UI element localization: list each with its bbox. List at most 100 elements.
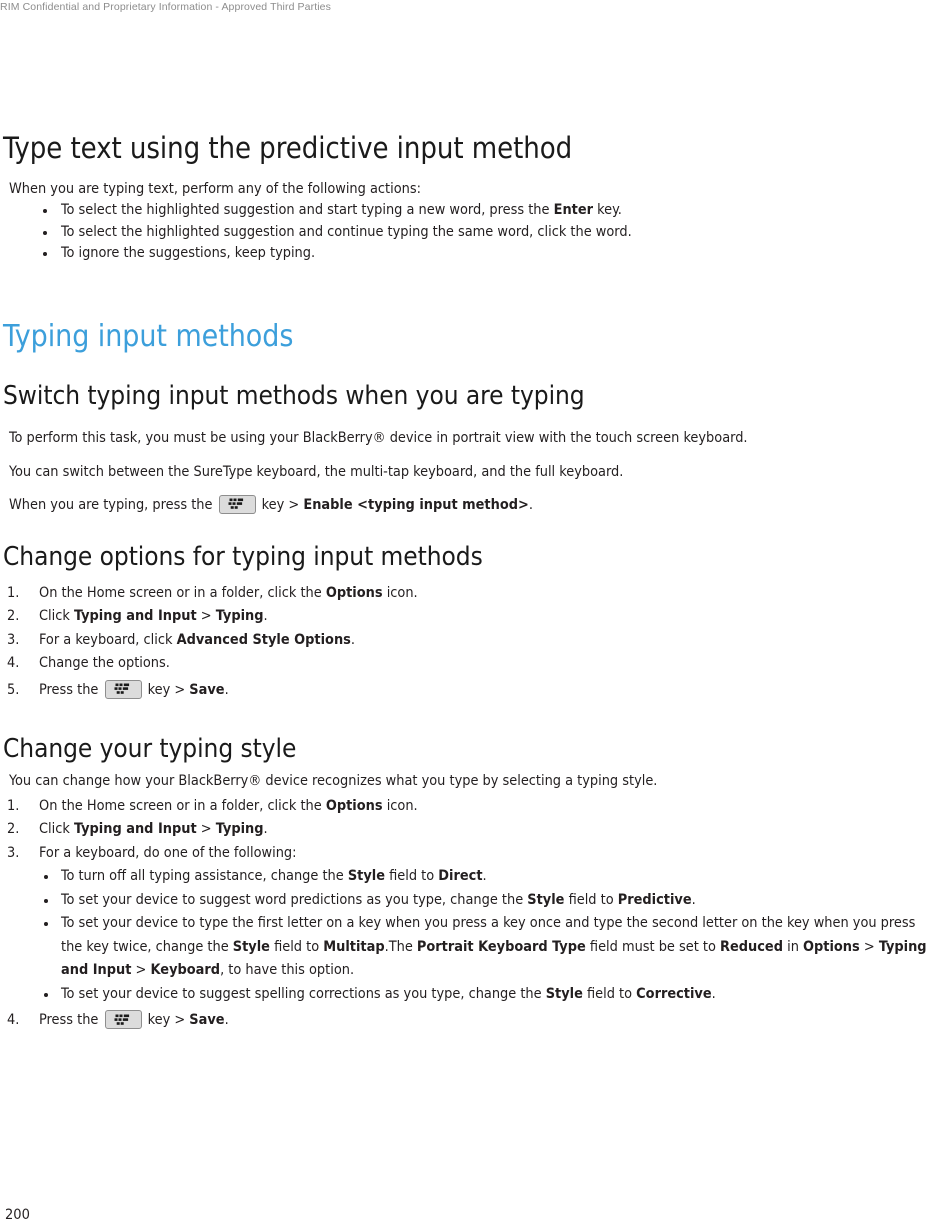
blackberry-menu-key-icon — [218, 494, 256, 514]
change-style-step-list: 1. On the Home screen or in a folder, cli… — [0, 795, 935, 866]
bullet-text-before: To ignore the suggestions, keep typing. — [61, 245, 316, 261]
step-number: 2. — [7, 608, 20, 624]
change-style-intro: You can change how your BlackBerry® devi… — [9, 772, 658, 789]
list-item: To select the highlighted suggestion and… — [0, 200, 935, 222]
step-text-after: icon. — [382, 584, 418, 601]
bullet-text-before: To select the highlighted suggestion and… — [61, 223, 632, 240]
step-text-before: Click — [39, 608, 74, 624]
list-item: To ignore the suggestions, keep typing. — [0, 243, 935, 265]
step-text-mid: key > — [143, 681, 190, 698]
step-number: 1. — [7, 797, 20, 814]
step-text-before: Press the — [39, 681, 103, 698]
step-number: 1. — [7, 584, 20, 601]
step-text-after: . — [263, 608, 268, 624]
step-number: 5. — [7, 681, 20, 698]
bullet-bold-5: Options — [803, 938, 860, 955]
bullet-bold-2: Direct — [438, 868, 483, 884]
list-item: To set your device to suggest spelling c… — [0, 983, 935, 1007]
step-text-bold: Options — [325, 584, 383, 601]
bullet-part-2: field to — [385, 868, 439, 884]
list-item: 4. Change the options. — [0, 652, 935, 676]
step-number: 2. — [7, 821, 20, 837]
heading-change-options: Change options for typing input methods — [3, 541, 483, 572]
blackberry-menu-key-icon — [104, 1010, 142, 1029]
step-number: 4. — [7, 655, 20, 671]
step-text-bold: Save — [189, 1012, 225, 1028]
section-heading-typing-input-methods: Typing input methods — [3, 318, 294, 354]
bullet-part-1: To turn off all typing assistance, chang… — [61, 868, 348, 884]
list-item: To set your device to type the first let… — [0, 912, 935, 983]
bullet-bold-3: Portrait Keyboard Type — [416, 938, 586, 955]
change-style-sub-bullet-list: To turn off all typing assistance, chang… — [0, 865, 935, 1006]
list-item: 2. Click Typing and Input > Typing. — [0, 818, 935, 842]
bullet-part-1: To set your device to suggest spelling c… — [61, 985, 546, 1002]
step-text-before: For a keyboard, click — [39, 631, 177, 648]
heading-change-typing-style: Change your typing style — [3, 733, 297, 764]
step-number: 4. — [7, 1012, 20, 1028]
step-text-bold-2: Typing — [215, 821, 264, 837]
bullet-text-bold: Enter — [553, 202, 594, 218]
step-number: 3. — [7, 631, 20, 648]
bullet-part-5: in — [782, 938, 804, 955]
heading-switch-typing-input-methods: Switch typing input methods when you are… — [3, 380, 585, 411]
bullet-text-before: To select the highlighted suggestion and… — [61, 202, 554, 218]
bullet-part-4: field must be set to — [585, 938, 721, 955]
bullet-bold-2: Corrective — [636, 985, 712, 1002]
predictive-bullet-list: To select the highlighted suggestion and… — [0, 200, 935, 265]
bullet-bold-1: Style — [232, 938, 270, 955]
step-text-before: Press the — [39, 1012, 103, 1028]
step-text-after: icon. — [382, 797, 418, 814]
step-text-after: . — [350, 631, 355, 648]
change-style-final-step-list: 4. Press the key > Save. — [0, 1006, 935, 1034]
step-text-bold: Typing and Input — [73, 821, 197, 837]
bullet-part-2: field to — [269, 938, 324, 955]
step-text-bold: Save — [189, 681, 225, 698]
change-options-step-list: 1. On the Home screen or in a folder, cli… — [0, 582, 935, 704]
list-item: 4. Press the key > Save. — [0, 1006, 935, 1034]
step-text-end: . — [224, 681, 229, 698]
list-item: 5. Press the key > Save. — [0, 676, 935, 704]
step-text-mid: > — [196, 821, 216, 837]
step-text-bold: Typing and Input — [73, 608, 197, 624]
step-text-mid: > — [196, 608, 216, 624]
bullet-text-after: key. — [593, 202, 622, 218]
confidentiality-header: RIM Confidential and Proprietary Informa… — [0, 1, 331, 13]
step-text-before: Change the options. — [39, 655, 170, 671]
list-item: To set your device to suggest word predi… — [0, 889, 935, 913]
bullet-bold-2: Multitap — [323, 938, 385, 955]
bullet-bold-7: Keyboard — [150, 962, 221, 978]
bullet-part-8: , to have this option. — [220, 962, 355, 978]
step-text-bold: Options — [325, 797, 383, 814]
blackberry-menu-key-icon — [104, 679, 142, 699]
step-text-bold-2: Typing — [215, 608, 264, 624]
page-title: Type text using the predictive input met… — [3, 131, 573, 165]
step-number: 3. — [7, 844, 20, 861]
bullet-bold-4: Reduced — [720, 938, 783, 955]
bullet-part-3: . — [691, 891, 696, 908]
switch-instruction: When you are typing, press the key > Ena… — [0, 494, 935, 516]
bullet-bold-1: Style — [347, 868, 386, 884]
document-content: Type text using the predictive input met… — [0, 131, 935, 1034]
step-text-bold: Advanced Style Options — [176, 631, 351, 648]
bullet-part-7: > — [131, 962, 151, 978]
switch-prerequisite: To perform this task, you must be using … — [9, 429, 748, 446]
step-text-end: . — [224, 1012, 229, 1028]
step-text-before: For a keyboard, do one of the following: — [39, 844, 297, 861]
step-text-after: . — [263, 821, 268, 837]
list-item: 3. For a keyboard, do one of the followin… — [0, 842, 935, 866]
instruction-text-before: When you are typing, press the — [9, 496, 217, 513]
bullet-part-6: > — [859, 938, 879, 955]
document-page: RIM Confidential and Proprietary Informa… — [0, 0, 935, 1227]
predictive-intro: When you are typing text, perform any of… — [9, 181, 421, 197]
list-item: 1. On the Home screen or in a folder, cli… — [0, 582, 935, 606]
list-item: To turn off all typing assistance, chang… — [0, 865, 935, 889]
bullet-part-2: field to — [564, 891, 618, 908]
instruction-text-bold: Enable <typing input method> — [303, 496, 529, 513]
bullet-part-3: . — [482, 868, 487, 884]
bullet-part-3: .The — [384, 938, 417, 955]
bullet-bold-1: Style — [545, 985, 583, 1002]
step-text-before: Click — [39, 821, 74, 837]
bullet-part-2: field to — [582, 985, 637, 1002]
list-item: 1. On the Home screen or in a folder, cli… — [0, 795, 935, 819]
list-item: 3. For a keyboard, click Advanced Style O… — [0, 629, 935, 653]
